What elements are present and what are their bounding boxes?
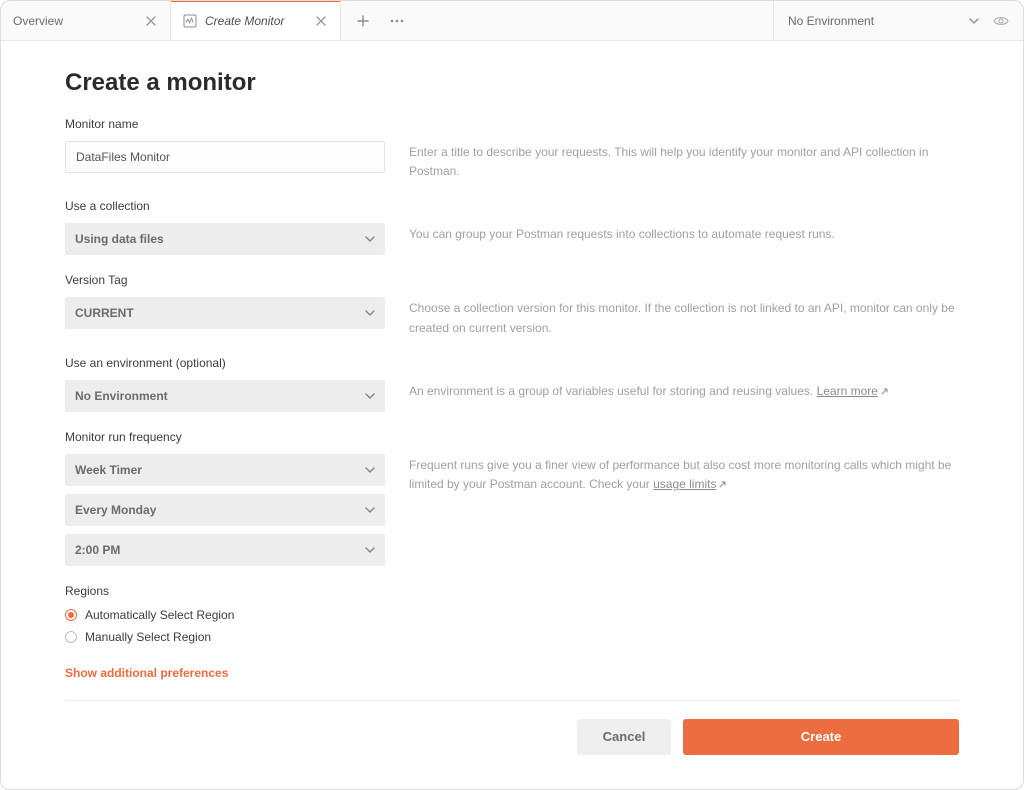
tab-bar: Overview Create Monitor No Environment (1, 1, 1023, 41)
collection-label: Use a collection (65, 199, 959, 213)
region-manual-radio[interactable]: Manually Select Region (65, 630, 959, 644)
region-manual-label: Manually Select Region (85, 630, 211, 644)
chevron-down-icon (365, 467, 375, 473)
environment-label: Use an environment (optional) (65, 356, 959, 370)
environment-help: An environment is a group of variables u… (409, 380, 959, 401)
frequency-day-select[interactable]: Every Monday (65, 494, 385, 526)
environment-selector-label: No Environment (788, 14, 959, 28)
cancel-button[interactable]: Cancel (577, 719, 671, 755)
environment-select[interactable]: No Environment (65, 380, 385, 412)
learn-more-link[interactable]: Learn more (817, 384, 878, 398)
tab-actions (341, 1, 419, 40)
frequency-timer-value: Week Timer (75, 463, 142, 477)
monitor-icon (183, 14, 197, 28)
frequency-timer-select[interactable]: Week Timer (65, 454, 385, 486)
version-tag-help: Choose a collection version for this mon… (409, 297, 959, 337)
frequency-time-select[interactable]: 2:00 PM (65, 534, 385, 566)
field-environment: Use an environment (optional) No Environ… (65, 356, 959, 412)
app-window: Overview Create Monitor No Environment (0, 0, 1024, 790)
monitor-name-label: Monitor name (65, 117, 959, 131)
create-button[interactable]: Create (683, 719, 959, 755)
radio-icon (65, 609, 77, 621)
environment-select-value: No Environment (75, 389, 168, 403)
frequency-day-value: Every Monday (75, 503, 156, 517)
version-tag-select-value: CURRENT (75, 306, 134, 320)
footer-buttons: Cancel Create (65, 719, 959, 755)
chevron-down-icon (969, 18, 979, 24)
external-link-icon (880, 387, 889, 396)
collection-select[interactable]: Using data files (65, 223, 385, 255)
chevron-down-icon (365, 507, 375, 513)
show-additional-preferences[interactable]: Show additional preferences (65, 666, 228, 680)
radio-icon (65, 631, 77, 643)
run-frequency-label: Monitor run frequency (65, 430, 959, 444)
new-tab-button[interactable] (353, 11, 373, 31)
regions-label: Regions (65, 584, 959, 598)
close-icon[interactable] (314, 14, 328, 28)
more-options-icon[interactable] (387, 11, 407, 31)
monitor-name-help: Enter a title to describe your requests.… (409, 141, 959, 181)
field-monitor-name: Monitor name Enter a title to describe y… (65, 117, 959, 181)
version-tag-select[interactable]: CURRENT (65, 297, 385, 329)
run-frequency-help: Frequent runs give you a finer view of p… (409, 454, 959, 494)
monitor-name-input[interactable] (65, 141, 385, 173)
field-run-frequency: Monitor run frequency Week Timer Every M… (65, 430, 959, 566)
usage-limits-link[interactable]: usage limits (653, 477, 716, 491)
page-title: Create a monitor (65, 69, 959, 97)
frequency-time-value: 2:00 PM (75, 543, 120, 557)
chevron-down-icon (365, 310, 375, 316)
collection-help: You can group your Postman requests into… (409, 223, 959, 244)
external-link-icon (718, 480, 727, 489)
chevron-down-icon (365, 547, 375, 553)
tab-create-label: Create Monitor (205, 14, 306, 28)
divider (65, 700, 959, 701)
tab-create-monitor[interactable]: Create Monitor (171, 1, 341, 40)
tab-overview[interactable]: Overview (1, 1, 171, 40)
field-version-tag: Version Tag CURRENT Choose a collection … (65, 273, 959, 337)
chevron-down-icon (365, 393, 375, 399)
chevron-down-icon (365, 236, 375, 242)
field-regions: Regions Automatically Select Region Manu… (65, 584, 959, 644)
region-auto-label: Automatically Select Region (85, 608, 234, 622)
tab-overview-label: Overview (13, 14, 136, 28)
close-icon[interactable] (144, 14, 158, 28)
main-content: Create a monitor Monitor name Enter a ti… (1, 41, 1023, 789)
region-auto-radio[interactable]: Automatically Select Region (65, 608, 959, 622)
eye-icon[interactable] (993, 15, 1009, 27)
field-collection: Use a collection Using data files You ca… (65, 199, 959, 255)
environment-selector[interactable]: No Environment (773, 1, 1023, 40)
collection-select-value: Using data files (75, 232, 164, 246)
version-tag-label: Version Tag (65, 273, 959, 287)
